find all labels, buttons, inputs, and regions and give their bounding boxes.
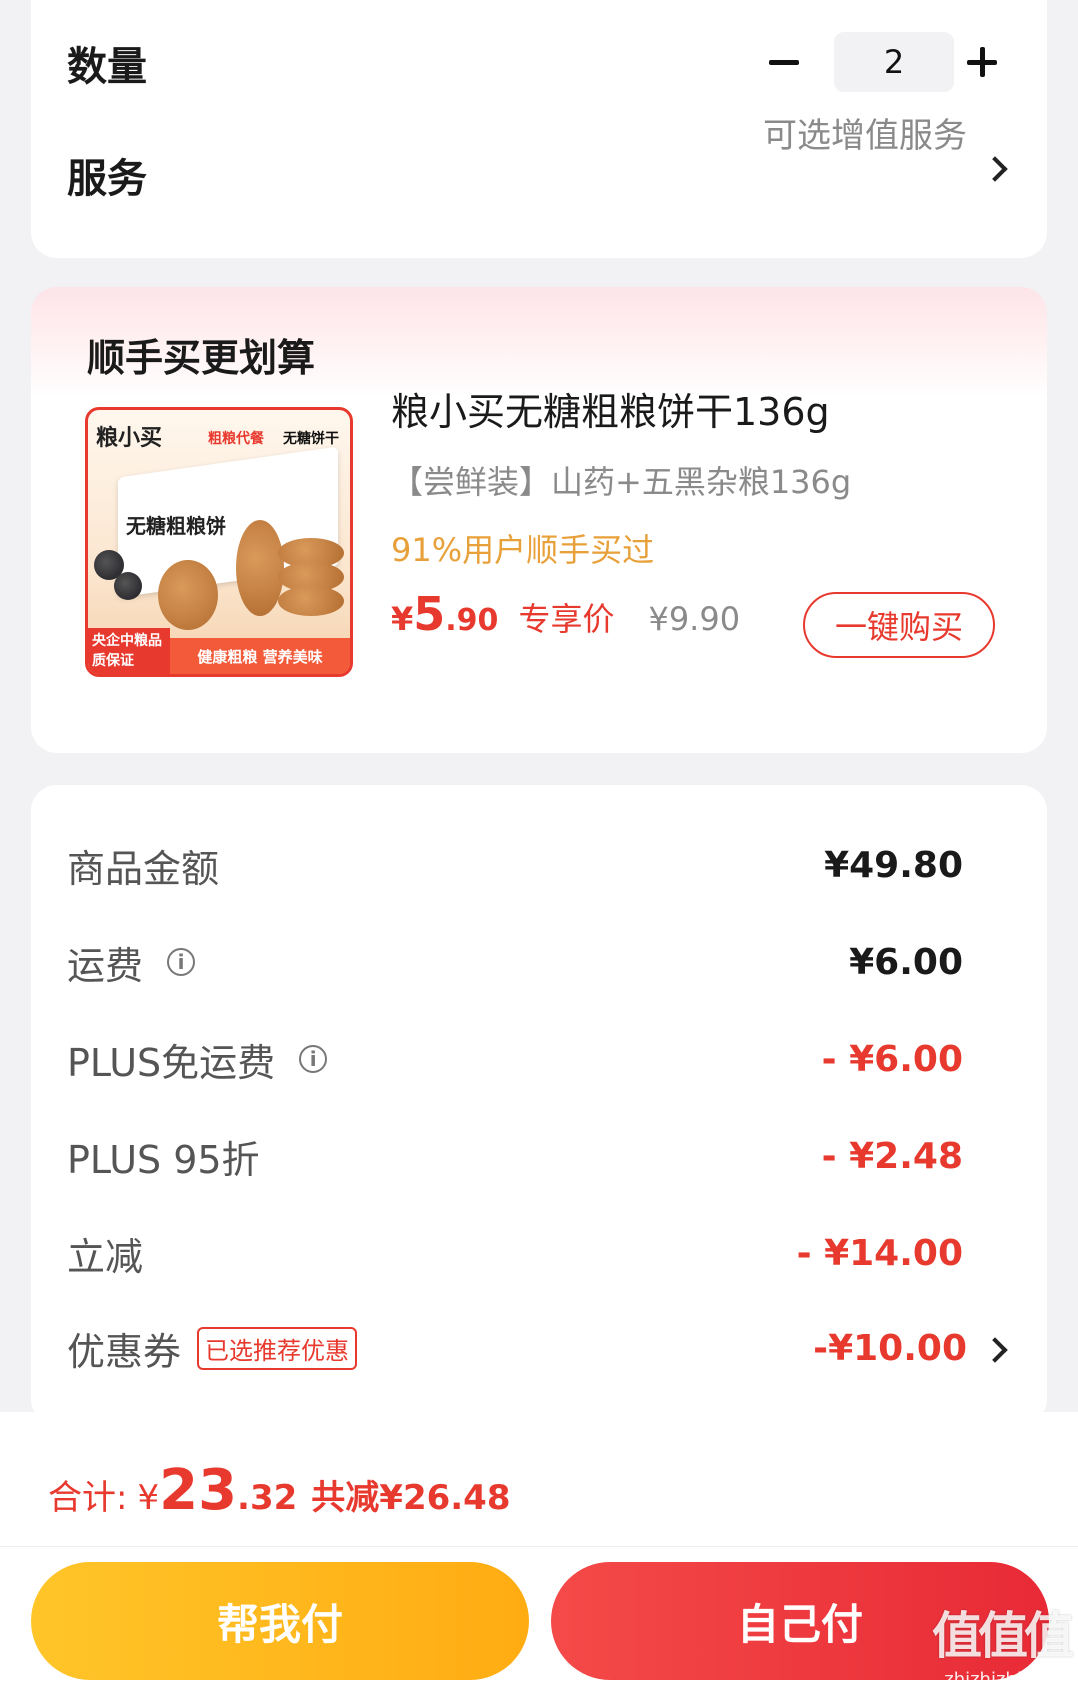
detail-row-plus-free-shipping: PLUS免运费 i - ¥6.00	[67, 1029, 1007, 1089]
price-currency: ¥	[391, 600, 414, 638]
detail-label: 商品金额	[67, 846, 220, 891]
total-decimal: .32	[237, 1478, 298, 1518]
quantity-value[interactable]: 2	[834, 32, 954, 92]
order-total: 合计: ¥ 23 .32 共减¥26.48	[48, 1458, 510, 1523]
chevron-right-icon[interactable]	[982, 156, 1008, 182]
detail-label: 立减	[67, 1234, 144, 1279]
total-currency: ¥	[137, 1478, 160, 1518]
detail-value: -¥10.00	[813, 1327, 967, 1369]
bundle-price: ¥ 5 .90 专享价 ¥9.90	[391, 587, 740, 647]
product-image-badge: 央企中粮品质保证	[88, 628, 170, 674]
original-price: ¥9.90	[648, 600, 741, 638]
price-detail-card: 商品金额 ¥49.80 运费 i ¥6.00 PLUS免运费 i - ¥6.00…	[31, 785, 1047, 1425]
detail-row-instant-discount: 立减 - ¥14.00	[67, 1223, 1007, 1283]
bundle-title: 顺手买更划算	[87, 336, 316, 380]
minus-icon	[769, 59, 799, 65]
price-decimal: .90	[445, 603, 499, 638]
detail-value: - ¥6.00	[821, 1038, 963, 1080]
help-pay-button[interactable]: 帮我付	[31, 1562, 529, 1680]
coupon-recommended-tag: 已选推荐优惠	[197, 1326, 358, 1370]
divider	[0, 1546, 1078, 1547]
detail-row-shipping: 运费 i ¥6.00	[67, 932, 1007, 992]
detail-value: - ¥2.48	[821, 1135, 963, 1177]
product-image-tag: 无糖饼干	[283, 431, 339, 447]
total-saved: 共减¥26.48	[311, 1478, 511, 1518]
detail-row-coupon[interactable]: 优惠券 已选推荐优惠 -¥10.00	[67, 1318, 1007, 1378]
quantity-label: 数量	[67, 44, 147, 90]
product-image-tag: 粗粮代餐	[208, 431, 264, 447]
price-integer: 5	[413, 587, 446, 641]
product-image[interactable]: 粮小买 粗粮代餐 无糖饼干 无糖粗粮饼 央企中粮品质保证 健康粗粮 营养美味	[85, 407, 353, 677]
service-option-link[interactable]: 可选增值服务	[763, 108, 967, 157]
checkout-bar: 合计: ¥ 23 .32 共减¥26.48 帮我付 自己付 值值值 zhizhi…	[0, 1412, 1078, 1694]
watermark-url: zhizhizhi.com	[944, 1669, 1066, 1690]
detail-value: ¥49.80	[824, 844, 963, 886]
product-image-banner: 健康粗粮 营养美味	[170, 638, 350, 674]
cookie-shape	[158, 560, 218, 630]
watermark-logo: 值值值	[932, 1607, 1074, 1665]
detail-label: PLUS 95折	[67, 1137, 260, 1182]
detail-row-subtotal: 商品金额 ¥49.80	[67, 835, 1007, 895]
detail-value: - ¥14.00	[796, 1232, 963, 1274]
detail-label: 运费	[67, 943, 144, 988]
berry-shape	[114, 572, 142, 600]
detail-row-plus-discount: PLUS 95折 - ¥2.48	[67, 1126, 1007, 1186]
detail-value: ¥6.00	[849, 941, 963, 983]
cookie-shape	[278, 586, 344, 616]
info-icon[interactable]: i	[167, 948, 196, 976]
detail-label: PLUS免运费	[67, 1040, 276, 1085]
price-tag: 专享价	[518, 600, 615, 638]
info-icon[interactable]: i	[299, 1045, 328, 1073]
product-name[interactable]: 粮小买无糖粗粮饼干136g	[391, 381, 830, 436]
order-options-card: 数量 2 服务 可选增值服务	[31, 0, 1047, 258]
product-image-brand: 粮小买	[96, 426, 163, 451]
quantity-increase-button[interactable]	[962, 42, 1002, 82]
product-spec: 【尝鲜装】山药+五黑杂粮136g	[391, 463, 852, 501]
bundle-offer-card: 顺手买更划算 粮小买 粗粮代餐 无糖饼干 无糖粗粮饼 央企中粮品质保证 健康粗粮…	[31, 287, 1047, 753]
detail-label: 优惠券	[67, 1329, 182, 1374]
total-integer: 23	[159, 1458, 238, 1523]
total-label: 合计:	[48, 1478, 128, 1518]
quantity-decrease-button[interactable]	[764, 42, 804, 82]
social-proof-text: 91%用户顺手买过	[391, 531, 655, 569]
cookie-shape	[236, 520, 284, 616]
service-label: 服务	[67, 156, 147, 202]
one-click-buy-button[interactable]: 一键购买	[803, 592, 995, 658]
product-image-box-name: 无糖粗粮饼	[126, 514, 226, 538]
